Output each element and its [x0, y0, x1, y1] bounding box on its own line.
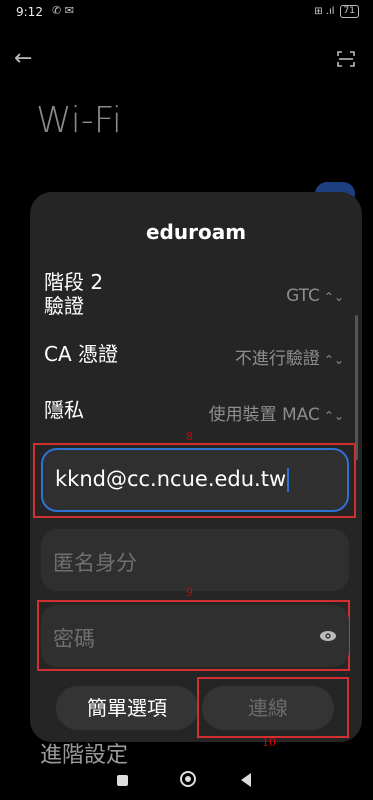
phase2-auth-label: 階段 2 驗證: [44, 270, 104, 318]
status-bar: 9:12 ✆ ✉ ⊞ .ıl 71: [0, 0, 373, 26]
eye-icon[interactable]: [319, 627, 337, 645]
chevron-updown-icon: ⌃⌄: [323, 353, 344, 367]
notification-icons: ✆ ✉: [52, 4, 74, 17]
phase2-auth-row[interactable]: 階段 2 驗證 GTC ⌃⌄: [44, 270, 344, 326]
password-placeholder: 密碼: [53, 627, 95, 651]
ca-cert-value: 不進行驗證 ⌃⌄: [234, 349, 344, 369]
battery-icon: 71: [339, 5, 359, 18]
ca-cert-row[interactable]: CA 憑證 不進行驗證 ⌃⌄: [44, 342, 344, 372]
simple-options-button[interactable]: 簡單選項: [56, 686, 198, 730]
chevron-updown-icon: ⌃⌄: [323, 290, 344, 304]
chevron-updown-icon: ⌃⌄: [323, 409, 344, 423]
identity-input[interactable]: kknd@cc.ncue.edu.tw: [41, 448, 349, 512]
phase2-auth-value: GTC ⌃⌄: [286, 286, 344, 306]
annotation-label: 9: [186, 586, 193, 599]
annotation-label: 8: [186, 430, 193, 443]
status-time: 9:12: [16, 5, 43, 19]
identity-value: kknd@cc.ncue.edu.tw: [55, 467, 290, 492]
signal-icon: ⊞ .ıl: [314, 6, 335, 17]
anonymous-identity-placeholder: 匿名身分: [53, 551, 137, 575]
dialog-title: eduroam: [145, 220, 247, 244]
privacy-label: 隱私: [44, 398, 84, 422]
recents-icon[interactable]: [117, 775, 128, 786]
privacy-row[interactable]: 隱私 使用裝置 MAC ⌃⌄: [44, 398, 344, 428]
page-title: Wi-Fi: [36, 100, 122, 141]
ca-cert-label: CA 憑證: [44, 342, 119, 366]
back-icon[interactable]: [241, 773, 251, 787]
back-arrow-icon[interactable]: ←: [14, 46, 32, 71]
password-input[interactable]: 密碼: [41, 605, 349, 667]
privacy-value: 使用裝置 MAC ⌃⌄: [208, 405, 344, 425]
annotation-label: 10: [262, 736, 276, 749]
anonymous-identity-input[interactable]: 匿名身分: [41, 529, 349, 591]
home-icon[interactable]: [180, 771, 196, 787]
text-caret: [287, 468, 290, 492]
navigation-bar: [0, 768, 373, 800]
status-right: ⊞ .ıl 71: [314, 5, 359, 18]
connect-button[interactable]: 連線: [202, 686, 334, 730]
qr-scan-icon[interactable]: [337, 50, 355, 68]
dialog-scrollbar[interactable]: [355, 315, 358, 460]
